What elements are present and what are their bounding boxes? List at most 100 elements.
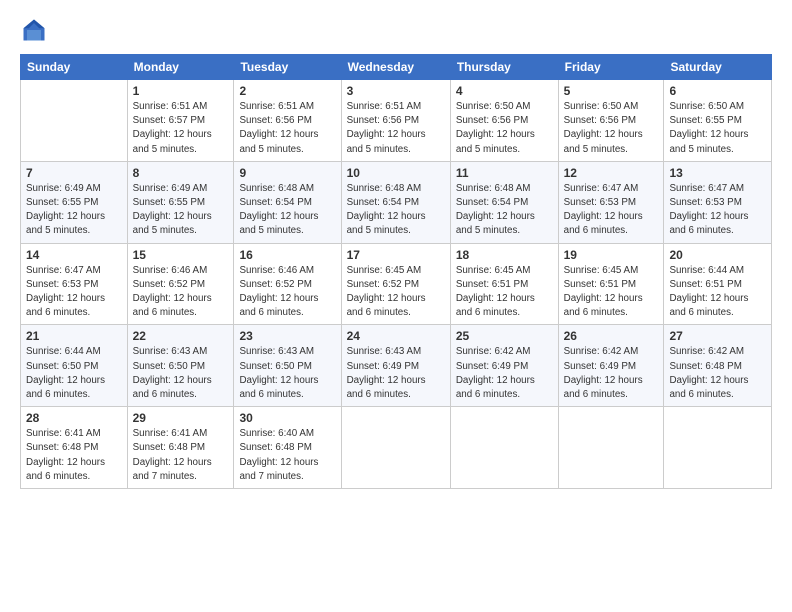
day-info: Sunrise: 6:51 AM Sunset: 6:57 PM Dayligh… bbox=[133, 100, 229, 157]
calendar-week-row: 1Sunrise: 6:51 AM Sunset: 6:57 PM Daylig… bbox=[21, 80, 772, 162]
day-number: 7 bbox=[26, 166, 122, 180]
day-number: 16 bbox=[239, 248, 335, 262]
day-number: 8 bbox=[133, 166, 229, 180]
calendar-cell: 6 Sunrise: 6:50 AM Sunset: 6:55 PM Daylig… bbox=[664, 80, 772, 162]
day-number: 14 bbox=[26, 248, 122, 262]
day-info: Sunrise: 6:49 AM Sunset: 6:55 PM Dayligh… bbox=[26, 182, 122, 239]
calendar-cell: 12 Sunrise: 6:47 AM Sunset: 6:53 PM Dayli… bbox=[558, 161, 664, 243]
day-number: 5 bbox=[564, 84, 659, 98]
calendar-cell: 25Sunrise: 6:42 AM Sunset: 6:49 PM Dayli… bbox=[450, 325, 558, 407]
calendar-cell: 5 Sunrise: 6:50 AM Sunset: 6:56 PM Daylig… bbox=[558, 80, 664, 162]
calendar-table: SundayMondayTuesdayWednesdayThursdayFrid… bbox=[20, 54, 772, 489]
day-number: 25 bbox=[456, 329, 553, 343]
day-number: 29 bbox=[133, 411, 229, 425]
day-number: 21 bbox=[26, 329, 122, 343]
weekday-header: Thursday bbox=[450, 55, 558, 80]
weekday-header: Monday bbox=[127, 55, 234, 80]
calendar-cell: 13Sunrise: 6:47 AM Sunset: 6:53 PM Dayli… bbox=[664, 161, 772, 243]
calendar-week-row: 21 Sunrise: 6:44 AM Sunset: 6:50 PM Dayli… bbox=[21, 325, 772, 407]
calendar-cell: 29Sunrise: 6:41 AM Sunset: 6:48 PM Dayli… bbox=[127, 407, 234, 489]
day-number: 20 bbox=[669, 248, 766, 262]
weekday-header: Friday bbox=[558, 55, 664, 80]
calendar-cell: 17 Sunrise: 6:45 AM Sunset: 6:52 PM Dayli… bbox=[341, 243, 450, 325]
calendar-cell: 3Sunrise: 6:51 AM Sunset: 6:56 PM Daylig… bbox=[341, 80, 450, 162]
calendar-cell: 9 Sunrise: 6:48 AM Sunset: 6:54 PM Daylig… bbox=[234, 161, 341, 243]
day-number: 4 bbox=[456, 84, 553, 98]
day-info: Sunrise: 6:50 AM Sunset: 6:56 PM Dayligh… bbox=[456, 100, 553, 157]
calendar-cell: 8 Sunrise: 6:49 AM Sunset: 6:55 PM Daylig… bbox=[127, 161, 234, 243]
day-info: Sunrise: 6:46 AM Sunset: 6:52 PM Dayligh… bbox=[239, 264, 335, 321]
calendar-cell: 14 Sunrise: 6:47 AM Sunset: 6:53 PM Dayli… bbox=[21, 243, 128, 325]
day-info: Sunrise: 6:42 AM Sunset: 6:49 PM Dayligh… bbox=[564, 345, 659, 402]
calendar-cell: 1Sunrise: 6:51 AM Sunset: 6:57 PM Daylig… bbox=[127, 80, 234, 162]
logo-icon bbox=[20, 16, 48, 44]
calendar-cell: 19 Sunrise: 6:45 AM Sunset: 6:51 PM Dayli… bbox=[558, 243, 664, 325]
calendar-cell: 26 Sunrise: 6:42 AM Sunset: 6:49 PM Dayli… bbox=[558, 325, 664, 407]
day-info: Sunrise: 6:43 AM Sunset: 6:49 PM Dayligh… bbox=[347, 345, 445, 402]
day-number: 17 bbox=[347, 248, 445, 262]
day-info: Sunrise: 6:46 AM Sunset: 6:52 PM Dayligh… bbox=[133, 264, 229, 321]
calendar-cell: 27 Sunrise: 6:42 AM Sunset: 6:48 PM Dayli… bbox=[664, 325, 772, 407]
day-info: Sunrise: 6:44 AM Sunset: 6:50 PM Dayligh… bbox=[26, 345, 122, 402]
calendar-cell: 24 Sunrise: 6:43 AM Sunset: 6:49 PM Dayli… bbox=[341, 325, 450, 407]
day-info: Sunrise: 6:48 AM Sunset: 6:54 PM Dayligh… bbox=[347, 182, 445, 239]
day-info: Sunrise: 6:51 AM Sunset: 6:56 PM Dayligh… bbox=[239, 100, 335, 157]
day-info: Sunrise: 6:50 AM Sunset: 6:55 PM Dayligh… bbox=[669, 100, 766, 157]
weekday-header: Saturday bbox=[664, 55, 772, 80]
calendar-cell bbox=[21, 80, 128, 162]
day-info: Sunrise: 6:45 AM Sunset: 6:51 PM Dayligh… bbox=[456, 264, 553, 321]
calendar-cell: 11 Sunrise: 6:48 AM Sunset: 6:54 PM Dayli… bbox=[450, 161, 558, 243]
weekday-header: Tuesday bbox=[234, 55, 341, 80]
day-number: 22 bbox=[133, 329, 229, 343]
calendar-cell: 2 Sunrise: 6:51 AM Sunset: 6:56 PM Daylig… bbox=[234, 80, 341, 162]
calendar-cell: 16 Sunrise: 6:46 AM Sunset: 6:52 PM Dayli… bbox=[234, 243, 341, 325]
calendar-cell bbox=[664, 407, 772, 489]
calendar-cell: 15 Sunrise: 6:46 AM Sunset: 6:52 PM Dayli… bbox=[127, 243, 234, 325]
day-info: Sunrise: 6:48 AM Sunset: 6:54 PM Dayligh… bbox=[239, 182, 335, 239]
day-info: Sunrise: 6:42 AM Sunset: 6:48 PM Dayligh… bbox=[669, 345, 766, 402]
day-number: 30 bbox=[239, 411, 335, 425]
calendar-week-row: 7 Sunrise: 6:49 AM Sunset: 6:55 PM Daylig… bbox=[21, 161, 772, 243]
day-number: 9 bbox=[239, 166, 335, 180]
calendar-cell: 18 Sunrise: 6:45 AM Sunset: 6:51 PM Dayli… bbox=[450, 243, 558, 325]
day-number: 18 bbox=[456, 248, 553, 262]
day-number: 12 bbox=[564, 166, 659, 180]
calendar-cell: 7 Sunrise: 6:49 AM Sunset: 6:55 PM Daylig… bbox=[21, 161, 128, 243]
day-number: 15 bbox=[133, 248, 229, 262]
day-number: 19 bbox=[564, 248, 659, 262]
day-info: Sunrise: 6:47 AM Sunset: 6:53 PM Dayligh… bbox=[564, 182, 659, 239]
calendar-cell: 23Sunrise: 6:43 AM Sunset: 6:50 PM Dayli… bbox=[234, 325, 341, 407]
day-info: Sunrise: 6:43 AM Sunset: 6:50 PM Dayligh… bbox=[133, 345, 229, 402]
day-number: 27 bbox=[669, 329, 766, 343]
calendar-week-row: 28Sunrise: 6:41 AM Sunset: 6:48 PM Dayli… bbox=[21, 407, 772, 489]
day-info: Sunrise: 6:50 AM Sunset: 6:56 PM Dayligh… bbox=[564, 100, 659, 157]
day-info: Sunrise: 6:49 AM Sunset: 6:55 PM Dayligh… bbox=[133, 182, 229, 239]
day-info: Sunrise: 6:44 AM Sunset: 6:51 PM Dayligh… bbox=[669, 264, 766, 321]
day-number: 2 bbox=[239, 84, 335, 98]
day-number: 11 bbox=[456, 166, 553, 180]
calendar-cell: 30Sunrise: 6:40 AM Sunset: 6:48 PM Dayli… bbox=[234, 407, 341, 489]
calendar-cell: 21 Sunrise: 6:44 AM Sunset: 6:50 PM Dayli… bbox=[21, 325, 128, 407]
day-number: 26 bbox=[564, 329, 659, 343]
day-info: Sunrise: 6:47 AM Sunset: 6:53 PM Dayligh… bbox=[26, 264, 122, 321]
day-number: 6 bbox=[669, 84, 766, 98]
day-info: Sunrise: 6:48 AM Sunset: 6:54 PM Dayligh… bbox=[456, 182, 553, 239]
day-info: Sunrise: 6:45 AM Sunset: 6:51 PM Dayligh… bbox=[564, 264, 659, 321]
weekday-header: Wednesday bbox=[341, 55, 450, 80]
calendar-cell: 22 Sunrise: 6:43 AM Sunset: 6:50 PM Dayli… bbox=[127, 325, 234, 407]
calendar-cell bbox=[450, 407, 558, 489]
day-info: Sunrise: 6:51 AM Sunset: 6:56 PM Dayligh… bbox=[347, 100, 445, 157]
day-info: Sunrise: 6:41 AM Sunset: 6:48 PM Dayligh… bbox=[26, 427, 122, 484]
calendar-cell bbox=[341, 407, 450, 489]
day-info: Sunrise: 6:43 AM Sunset: 6:50 PM Dayligh… bbox=[239, 345, 335, 402]
calendar-cell: 28Sunrise: 6:41 AM Sunset: 6:48 PM Dayli… bbox=[21, 407, 128, 489]
calendar-week-row: 14 Sunrise: 6:47 AM Sunset: 6:53 PM Dayli… bbox=[21, 243, 772, 325]
calendar-cell bbox=[558, 407, 664, 489]
page: SundayMondayTuesdayWednesdayThursdayFrid… bbox=[0, 0, 792, 612]
day-number: 13 bbox=[669, 166, 766, 180]
day-info: Sunrise: 6:45 AM Sunset: 6:52 PM Dayligh… bbox=[347, 264, 445, 321]
day-number: 24 bbox=[347, 329, 445, 343]
calendar-cell: 4 Sunrise: 6:50 AM Sunset: 6:56 PM Daylig… bbox=[450, 80, 558, 162]
weekday-header: Sunday bbox=[21, 55, 128, 80]
calendar-cell: 20 Sunrise: 6:44 AM Sunset: 6:51 PM Dayli… bbox=[664, 243, 772, 325]
